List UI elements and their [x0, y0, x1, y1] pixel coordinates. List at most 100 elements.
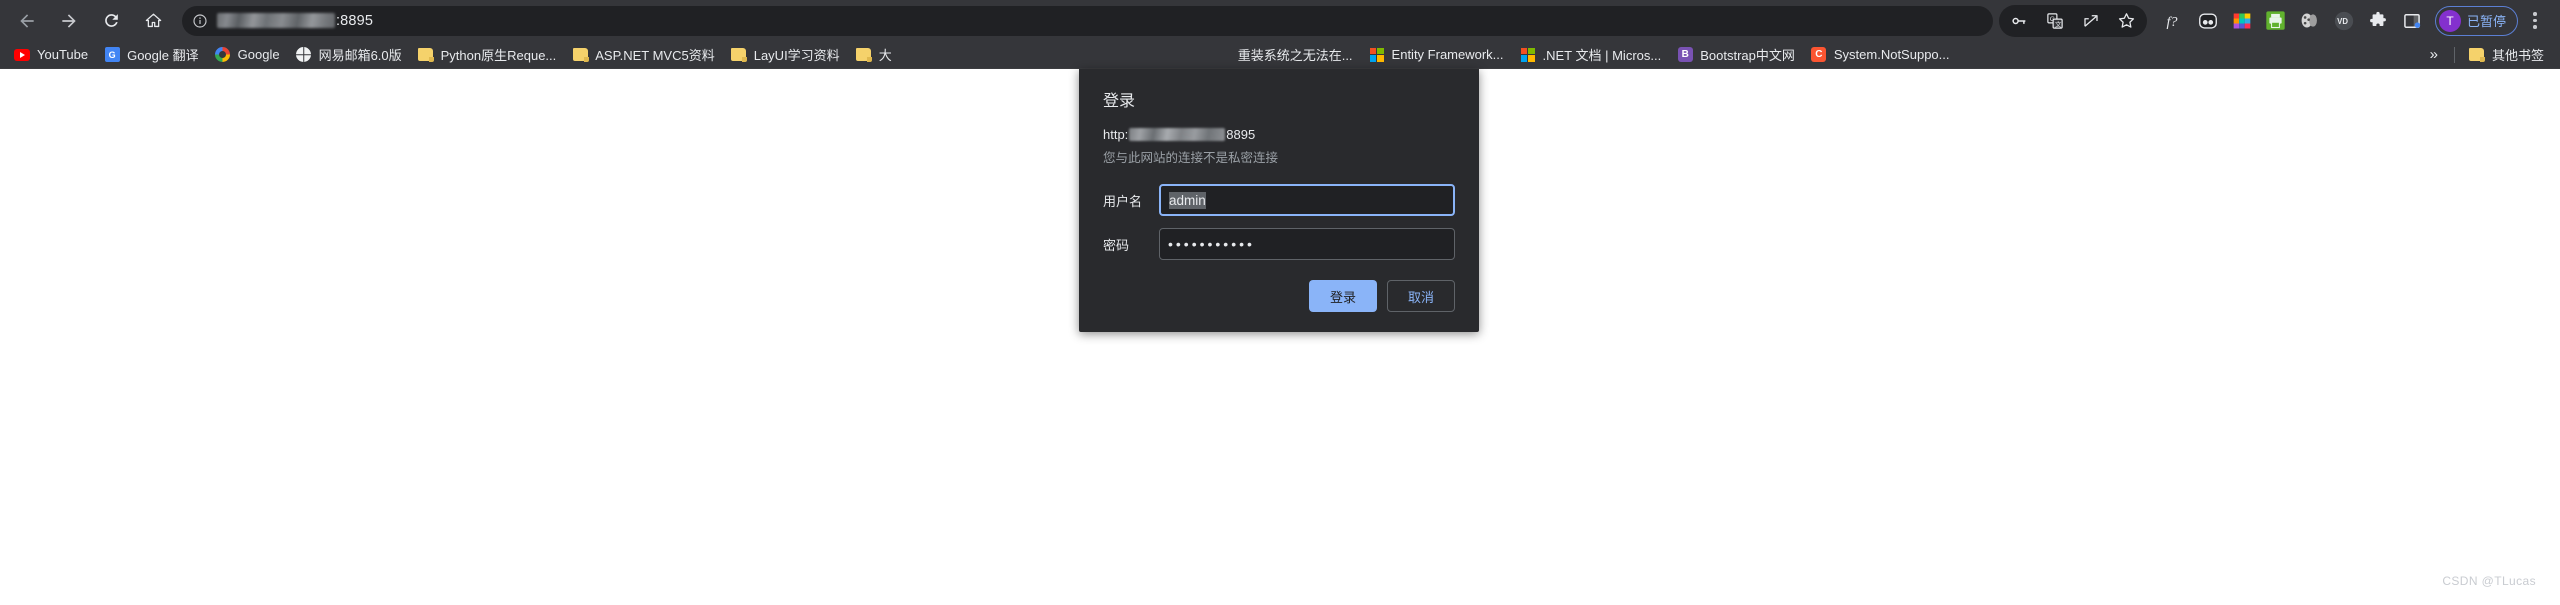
globe-icon	[296, 47, 312, 63]
profile-status-pill[interactable]: T 已暂停	[2434, 5, 2518, 36]
bookmark-label: Python原生Reque...	[440, 48, 557, 63]
url-redacted-block	[217, 13, 335, 28]
browser-chrome: :8895 G 文 f? VD T 已暂停 YouTube G Google 翻…	[0, 0, 2560, 69]
address-bar[interactable]: :8895	[182, 5, 1993, 36]
bookmark-folder-aspnet-mvc5[interactable]: ASP.NET MVC5资料	[564, 43, 722, 67]
vd-extension-icon[interactable]: VD	[2327, 4, 2361, 38]
video-downloader-extension-icon[interactable]	[2293, 4, 2327, 38]
toolbar-actions: G 文 f? VD T 已暂停	[1998, 4, 2550, 38]
bookmark-label: Bootstrap中文网	[1700, 48, 1795, 63]
back-arrow-icon	[20, 13, 34, 28]
avatar: T	[2438, 9, 2461, 32]
print-friendly-extension-icon[interactable]	[2259, 4, 2293, 38]
home-button[interactable]	[132, 4, 174, 38]
bookmark-label: LayUI学习资料	[753, 48, 840, 63]
password-row: 密码 •••••••••••	[1103, 228, 1455, 260]
bookmark-folder-layui[interactable]: LayUI学习资料	[723, 43, 848, 67]
folder-icon	[418, 47, 435, 63]
browser-toolbar: :8895 G 文 f? VD T 已暂停	[0, 0, 2560, 41]
bookmark-google-translate[interactable]: G Google 翻译	[96, 43, 207, 67]
watermark: CSDN @TLucas	[2442, 574, 2536, 588]
goggles-extension-icon[interactable]	[2191, 4, 2225, 38]
chrome-menu-button[interactable]	[2520, 4, 2550, 38]
bootstrap-icon: B	[1677, 47, 1693, 63]
folder-icon	[856, 47, 873, 63]
svg-text:f?: f?	[2166, 14, 2177, 30]
microsoft-icon	[1520, 47, 1536, 63]
bookmark-entity-framework[interactable]: Entity Framework...	[1361, 43, 1512, 67]
bookmarks-overflow-button[interactable]: »	[2420, 46, 2448, 63]
bookmark-google[interactable]: Google	[207, 43, 288, 67]
site-info-icon[interactable]	[192, 13, 208, 29]
fontface-ninja-extension-icon[interactable]: f?	[2157, 4, 2191, 38]
bookmarks-separator	[2453, 46, 2455, 63]
dialog-url-prefix: http:	[1103, 127, 1129, 142]
bookmark-label: 网易邮箱6.0版	[318, 48, 402, 63]
youtube-icon	[14, 47, 30, 63]
dialog-url-suffix: 8895	[1226, 127, 1256, 142]
page-content-area: 登录 http: 8895 您与此网站的连接不是私密连接 用户名 admin 密…	[0, 69, 2560, 604]
reload-icon	[104, 14, 118, 27]
folder-icon	[731, 47, 748, 63]
dialog-url: http: 8895	[1103, 127, 1455, 142]
reload-button[interactable]	[90, 4, 132, 38]
password-value: •••••••••••	[1168, 236, 1255, 252]
google-icon	[215, 47, 231, 63]
bookmark-label: YouTube	[37, 47, 89, 62]
bookmark-label: System.NotSuppo...	[1833, 47, 1950, 62]
bookmark-youtube[interactable]: YouTube	[6, 43, 96, 67]
bookmark-system-notsupported[interactable]: C System.NotSuppo...	[1803, 43, 1958, 67]
dialog-url-redacted-block	[1129, 128, 1226, 141]
svg-text:VD: VD	[2337, 17, 2348, 26]
bookmark-star-icon[interactable]	[2109, 5, 2145, 37]
bookmark-folder-partially-hidden[interactable]: 大	[848, 43, 900, 67]
extensions-puzzle-icon[interactable]	[2361, 4, 2395, 38]
password-key-icon[interactable]	[2001, 5, 2037, 37]
username-input[interactable]: admin	[1159, 184, 1455, 216]
password-input[interactable]: •••••••••••	[1159, 228, 1455, 260]
url-suffix: :8895	[336, 12, 374, 29]
omnibox-action-pill: G 文	[1998, 4, 2147, 37]
dialog-buttons: 登录 取消	[1103, 280, 1455, 312]
username-row: 用户名 admin	[1103, 184, 1455, 216]
microsoft-icon	[1369, 47, 1385, 63]
bookmark-folder-python-requests[interactable]: Python原生Reque...	[410, 43, 565, 67]
bookmark-label: 大	[878, 48, 892, 63]
other-bookmarks-label: 其他书签	[2491, 48, 2544, 63]
dialog-title: 登录	[1103, 93, 1136, 110]
forward-button[interactable]	[48, 4, 90, 38]
cancel-button[interactable]: 取消	[1387, 280, 1455, 312]
share-icon[interactable]	[2073, 5, 2109, 37]
csdn-icon: C	[1811, 47, 1827, 63]
bookmark-label: Google	[237, 47, 280, 62]
folder-icon	[2469, 47, 2486, 63]
svg-text:文: 文	[2055, 19, 2062, 28]
bookmark-label: .NET 文档 | Micros...	[1542, 48, 1662, 63]
address-bar-url: :8895	[216, 13, 373, 29]
username-value: admin	[1169, 191, 1206, 209]
bookmark-netease-mail[interactable]: 网易邮箱6.0版	[288, 43, 410, 67]
colorpick-extension-icon[interactable]	[2225, 4, 2259, 38]
bookmark-label: ASP.NET MVC5资料	[595, 48, 715, 63]
side-panel-icon[interactable]	[2395, 4, 2429, 38]
bookmark-label: Entity Framework...	[1391, 47, 1504, 62]
bookmark-bootstrap-cn[interactable]: B Bootstrap中文网	[1669, 43, 1803, 67]
home-icon	[145, 13, 161, 28]
menu-dot	[2533, 18, 2537, 23]
password-label: 密码	[1103, 237, 1130, 253]
sync-status-label: 已暂停	[2466, 14, 2506, 29]
bookmark-label: Google 翻译	[127, 48, 199, 63]
google-translate-icon[interactable]: G 文	[2037, 5, 2073, 37]
forward-arrow-icon	[62, 13, 76, 28]
auth-dialog: 登录 http: 8895 您与此网站的连接不是私密连接 用户名 admin 密…	[1079, 69, 1479, 332]
menu-dot	[2533, 12, 2537, 16]
username-label: 用户名	[1103, 193, 1143, 209]
google-translate-icon: G	[104, 47, 120, 63]
back-button[interactable]	[6, 4, 48, 38]
folder-icon	[572, 47, 589, 63]
other-bookmarks-folder[interactable]: 其他书签	[2461, 43, 2552, 67]
menu-dot	[2533, 25, 2537, 29]
login-button[interactable]: 登录	[1309, 280, 1377, 312]
bookmark-dotnet-docs[interactable]: .NET 文档 | Micros...	[1512, 43, 1670, 67]
bookmark-reinstall-system[interactable]: 重装系统之无法在...	[1230, 43, 1361, 67]
